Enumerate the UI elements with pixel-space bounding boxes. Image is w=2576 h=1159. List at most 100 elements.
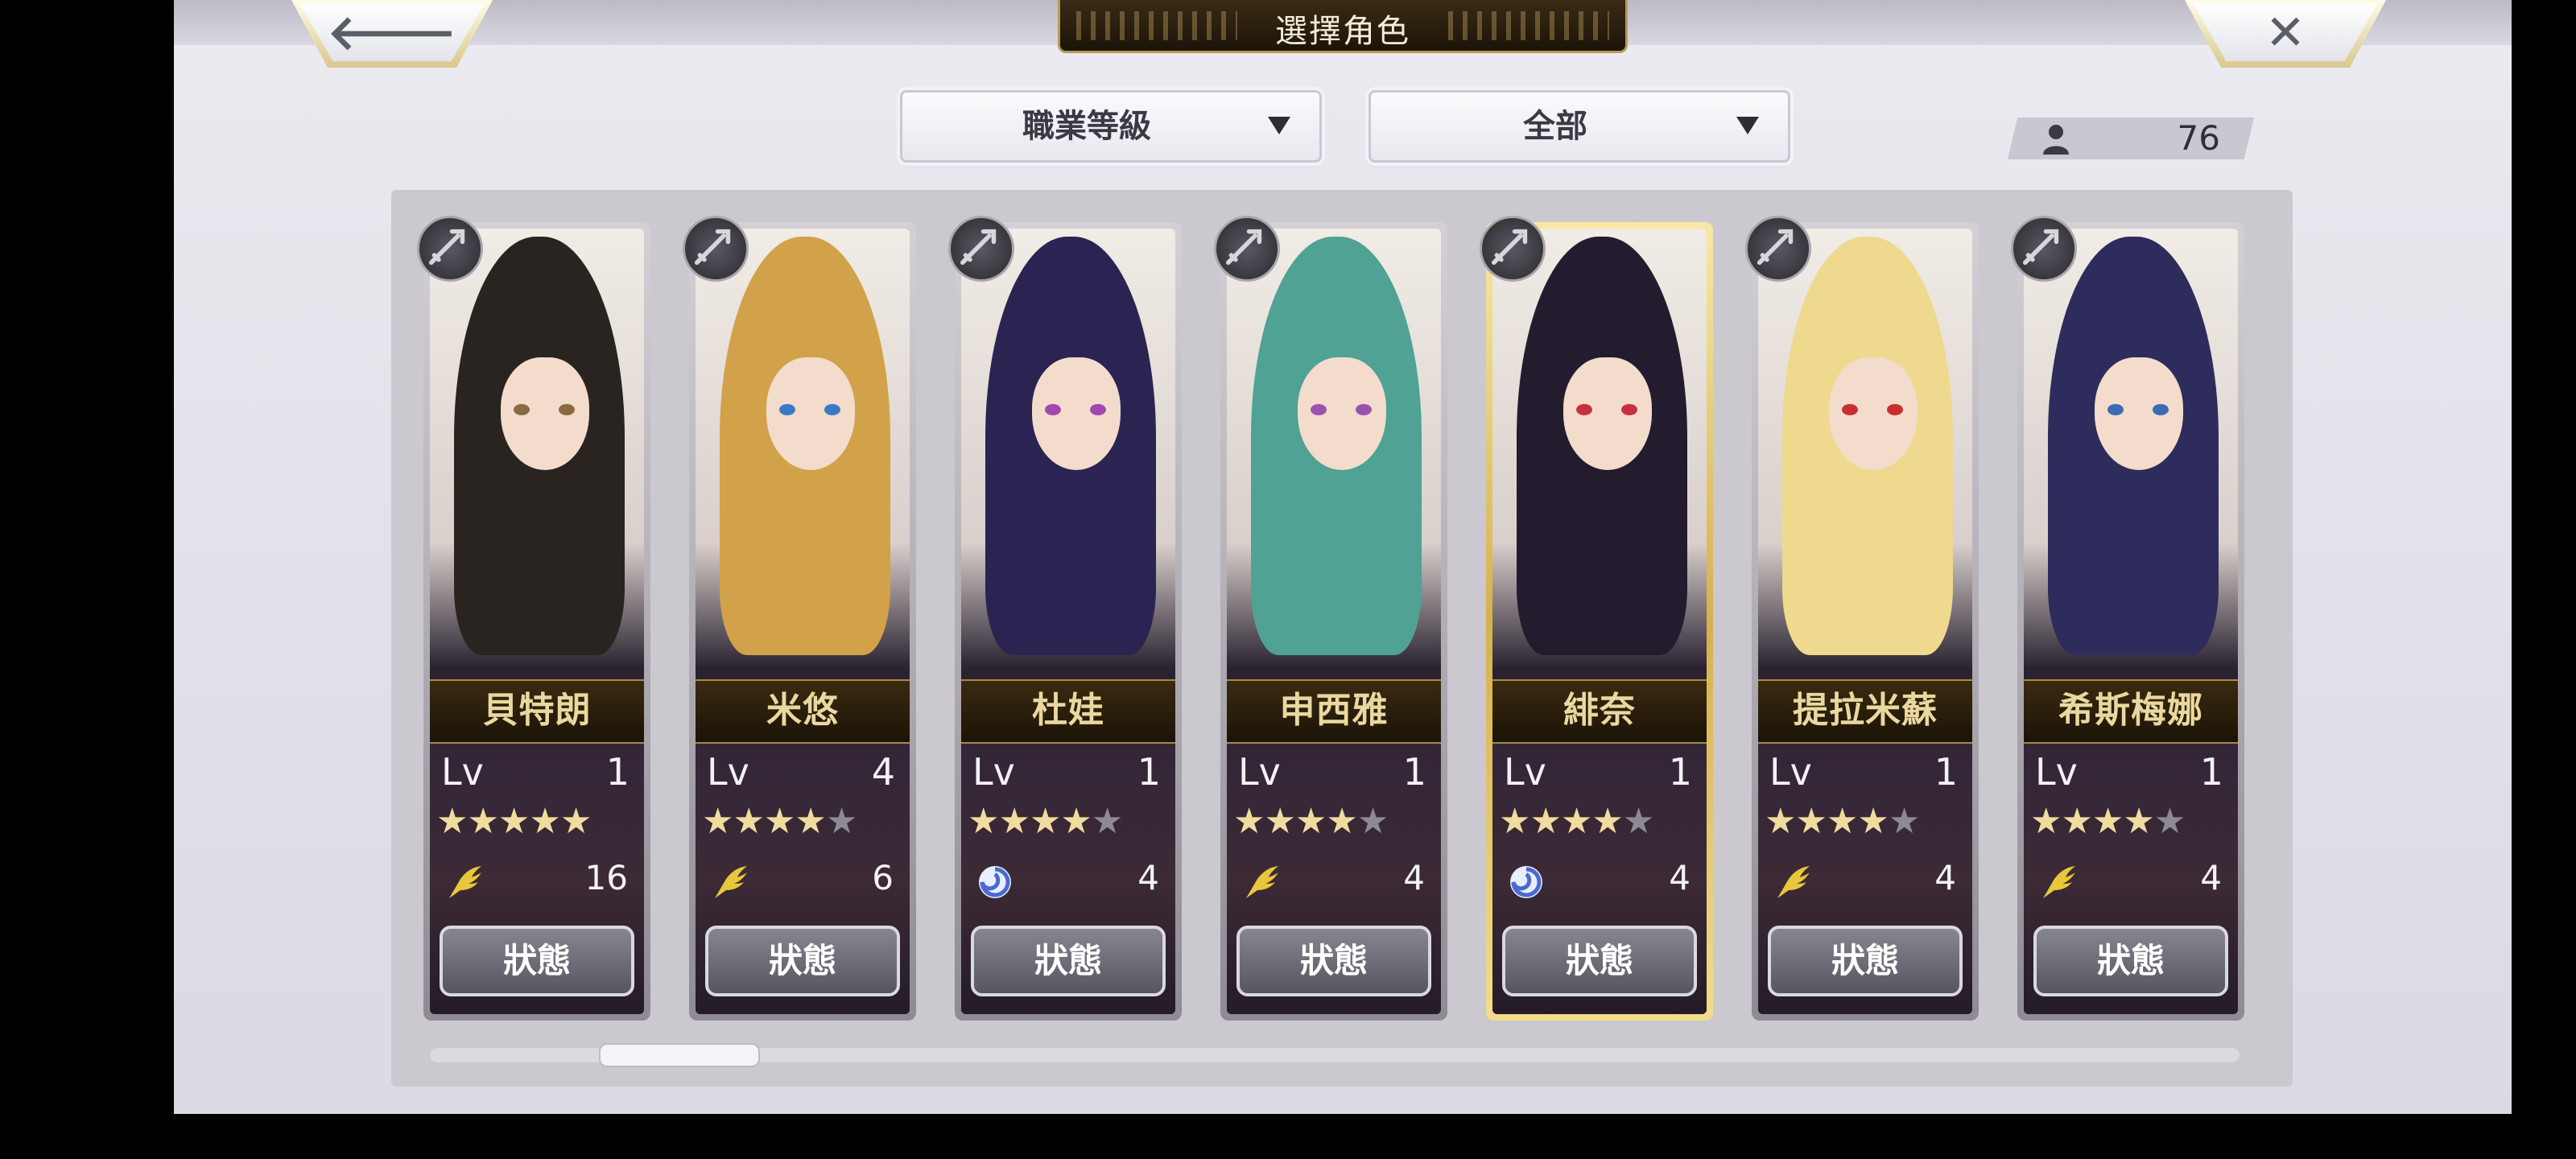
star-icon: ★ — [529, 801, 560, 842]
star-icon: ★ — [968, 801, 999, 842]
level-value: 1 — [1934, 750, 1958, 794]
star-icon: ★ — [2061, 801, 2092, 842]
star-icon: ★ — [1264, 801, 1295, 842]
status-button[interactable]: 狀態 — [440, 926, 634, 996]
game-screen: 🡐 選擇角色 ✕ 職業等級 全部 76 貝特朗 Lv 1 ★★★★★ 16 狀態 米悠 Lv 4… — [174, 0, 2512, 1114]
arrow-left-icon: 🡐 — [327, 5, 457, 61]
wing-icon — [1777, 866, 1810, 898]
star-icon: ★ — [2123, 801, 2154, 842]
sword-icon — [683, 216, 749, 282]
level-label: Lv — [1769, 750, 1812, 794]
character-name: 杜娃 — [1032, 690, 1104, 731]
type-value: 4 — [2200, 858, 2222, 897]
user-icon — [2043, 125, 2069, 155]
unit-count-box: 76 — [2008, 118, 2254, 159]
status-button-label: 狀態 — [502, 941, 571, 980]
status-button[interactable]: 狀態 — [1236, 926, 1431, 996]
level-value: 1 — [1668, 750, 1692, 794]
status-button-label: 狀態 — [1034, 941, 1102, 980]
character-portrait — [1492, 229, 1707, 679]
type-value: 16 — [584, 858, 628, 897]
star-rating: ★★★★★ — [1233, 801, 1389, 842]
star-icon: ★ — [795, 801, 826, 842]
star-icon: ★ — [1060, 801, 1092, 842]
character-name: 緋奈 — [1563, 690, 1636, 731]
star-icon: ★ — [1091, 801, 1123, 842]
character-card[interactable]: 提拉米蘇 Lv 1 ★★★★★ 4 狀態 — [1745, 216, 1979, 1021]
blade-icon — [1480, 216, 1546, 282]
swirl-icon — [1510, 866, 1542, 898]
level-label: Lv — [441, 750, 484, 794]
close-button[interactable]: ✕ — [2185, 0, 2386, 68]
character-name: 提拉米蘇 — [1793, 690, 1938, 731]
character-portrait — [961, 229, 1175, 679]
chevron-down-icon — [1268, 117, 1290, 134]
star-icon: ★ — [825, 801, 857, 842]
wing-icon — [715, 866, 747, 898]
unit-count: 76 — [2177, 118, 2220, 158]
wing-icon — [1246, 866, 1278, 898]
star-rating: ★★★★★ — [2030, 801, 2186, 842]
star-icon: ★ — [497, 801, 530, 842]
star-icon: ★ — [2030, 801, 2062, 842]
level-value: 1 — [2199, 750, 2223, 794]
star-icon: ★ — [1765, 801, 1796, 842]
sort-dropdown[interactable]: 職業等級 — [900, 90, 1322, 163]
wing-icon — [449, 866, 481, 898]
star-icon: ★ — [1795, 801, 1827, 842]
status-button-label: 狀態 — [1565, 941, 1633, 980]
status-button-label: 狀態 — [1831, 941, 1899, 980]
star-icon: ★ — [559, 801, 592, 842]
star-icon: ★ — [467, 801, 498, 842]
star-icon: ★ — [763, 801, 795, 842]
filter-dropdown[interactable]: 全部 — [1368, 90, 1790, 163]
swirl-icon — [979, 866, 1011, 898]
screen-title: 選擇角色 — [1275, 13, 1410, 50]
level-value: 1 — [1402, 750, 1426, 794]
star-icon: ★ — [1826, 801, 1858, 842]
close-x-icon: ✕ — [2264, 5, 2306, 61]
spear-icon — [417, 216, 483, 282]
staff-icon — [948, 216, 1014, 282]
status-button-label: 狀態 — [768, 941, 836, 980]
filter-dropdown-label: 全部 — [1523, 107, 1587, 145]
type-value: 4 — [1669, 858, 1690, 897]
spear-icon — [2011, 216, 2077, 282]
star-icon: ★ — [1499, 801, 1530, 842]
character-name: 希斯梅娜 — [2058, 690, 2203, 731]
status-button[interactable]: 狀態 — [971, 926, 1166, 996]
star-icon: ★ — [1857, 801, 1889, 842]
star-icon: ★ — [1622, 801, 1654, 842]
character-name: 申西雅 — [1279, 690, 1389, 731]
type-value: 4 — [1403, 858, 1425, 897]
character-card[interactable]: 緋奈 Lv 1 ★★★★★ 4 狀態 — [1480, 216, 1713, 1021]
character-name: 貝特朗 — [482, 690, 592, 731]
star-rating: ★★★★★ — [1499, 801, 1654, 842]
level-label: Lv — [972, 750, 1015, 794]
status-button[interactable]: 狀態 — [1502, 926, 1697, 996]
status-button[interactable]: 狀態 — [1768, 926, 1963, 996]
star-icon: ★ — [436, 801, 468, 842]
level-label: Lv — [1504, 750, 1546, 794]
back-button[interactable]: 🡐 — [291, 0, 493, 68]
screen-title-plate: 選擇角色 — [1058, 0, 1628, 53]
character-card[interactable]: 米悠 Lv 4 ★★★★★ 6 狀態 — [683, 216, 916, 1021]
level-label: Lv — [707, 750, 749, 794]
star-icon: ★ — [1294, 801, 1327, 842]
character-card[interactable]: 杜娃 Lv 1 ★★★★★ 4 狀態 — [948, 216, 1182, 1021]
character-card[interactable]: 貝特朗 Lv 1 ★★★★★ 16 狀態 — [417, 216, 650, 1021]
status-button[interactable]: 狀態 — [2033, 926, 2228, 996]
character-card[interactable]: 希斯梅娜 Lv 1 ★★★★★ 4 狀態 — [2011, 216, 2244, 1021]
horizontal-scrollbar-thumb[interactable] — [599, 1043, 760, 1067]
star-rating: ★★★★★ — [436, 801, 592, 842]
level-value: 1 — [1137, 750, 1161, 794]
status-button[interactable]: 狀態 — [705, 926, 900, 996]
level-value: 4 — [871, 750, 895, 794]
character-portrait — [1758, 229, 1972, 679]
level-label: Lv — [2035, 750, 2078, 794]
type-value: 4 — [1934, 858, 1956, 897]
character-card[interactable]: 申西雅 Lv 1 ★★★★★ 4 狀態 — [1214, 216, 1447, 1021]
character-portrait — [2024, 229, 2238, 679]
star-rating: ★★★★★ — [1765, 801, 1920, 842]
character-name: 米悠 — [766, 690, 839, 731]
